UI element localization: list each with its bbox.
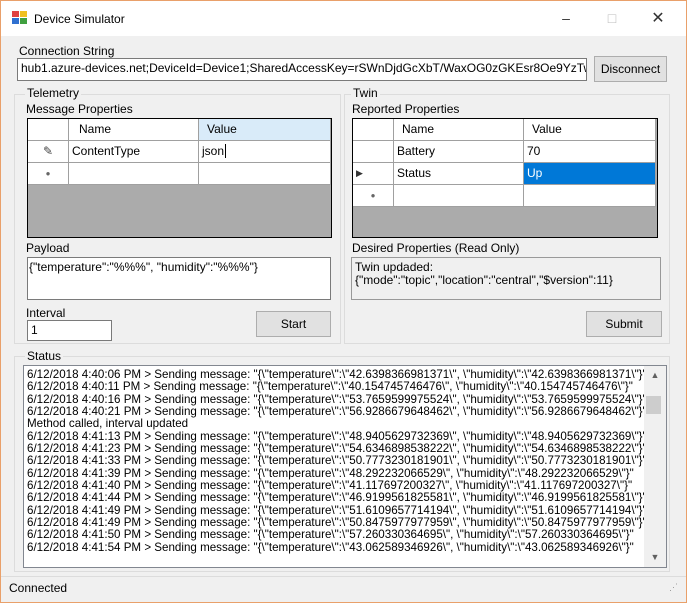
- connection-string-label: Connection String: [19, 44, 115, 58]
- log-line: 6/12/2018 4:41:33 PM > Sending message: …: [27, 454, 644, 468]
- window-title: Device Simulator: [34, 12, 125, 26]
- row-header-corner: [353, 119, 394, 141]
- status-log[interactable]: 6/12/2018 4:40:06 PM > Sending message: …: [23, 365, 667, 568]
- row-header-corner: [28, 119, 69, 141]
- telemetry-group-label: Telemetry: [25, 86, 82, 100]
- message-properties-grid[interactable]: Name Value ✎ ContentType json ●: [27, 118, 332, 238]
- log-line: 6/12/2018 4:41:50 PM > Sending message: …: [27, 528, 634, 542]
- log-line: Method called, interval updated: [27, 417, 189, 431]
- scroll-down-icon[interactable]: ▼: [644, 552, 666, 562]
- log-line: 6/12/2018 4:41:54 PM > Sending message: …: [27, 540, 634, 554]
- log-line: 6/12/2018 4:41:44 PM > Sending message: …: [27, 491, 644, 505]
- column-header-value[interactable]: Value: [199, 119, 331, 141]
- new-row-value-cell[interactable]: [199, 163, 331, 185]
- connection-status: Connected: [9, 581, 68, 595]
- close-icon[interactable]: ✕: [635, 1, 681, 36]
- desired-properties-label: Desired Properties (Read Only): [352, 241, 520, 255]
- cell-name[interactable]: ContentType: [69, 141, 199, 163]
- pencil-icon: ✎: [28, 141, 69, 163]
- current-row-arrow-icon: ▶: [353, 163, 394, 185]
- cell-name[interactable]: Status: [394, 163, 524, 185]
- cell-value[interactable]: 70: [524, 141, 656, 163]
- interval-label: Interval: [26, 306, 66, 320]
- device-simulator-window: Device Simulator – □ ✕ Connection String…: [0, 0, 687, 603]
- payload-textarea[interactable]: {"temperature":"%%%", "humidity":"%%%"}: [27, 257, 331, 300]
- interval-input[interactable]: 1: [27, 320, 112, 341]
- title-bar: Device Simulator – □ ✕: [1, 1, 686, 36]
- twin-group-label: Twin: [351, 86, 380, 100]
- minimize-icon[interactable]: –: [543, 1, 589, 36]
- reported-properties-label: Reported Properties: [352, 102, 460, 116]
- new-row-value-cell[interactable]: [524, 185, 656, 207]
- cell-name[interactable]: Battery: [394, 141, 524, 163]
- reported-properties-grid[interactable]: Name Value Battery 70 ▶ Status Up ●: [352, 118, 658, 238]
- maximize-icon[interactable]: □: [589, 1, 635, 36]
- message-properties-label: Message Properties: [26, 102, 133, 116]
- cell-value-selected[interactable]: Up: [524, 163, 656, 185]
- cell-value-editing[interactable]: json: [199, 141, 331, 163]
- disconnect-button[interactable]: Disconnect: [594, 56, 667, 82]
- connection-string-input[interactable]: hub1.azure-devices.net;DeviceId=Device1;…: [17, 58, 587, 81]
- log-lines: 6/12/2018 4:40:06 PM > Sending message: …: [24, 369, 644, 554]
- app-icon: [12, 11, 27, 24]
- new-row-name-cell[interactable]: [69, 163, 199, 185]
- text-cursor: [225, 144, 227, 158]
- start-button[interactable]: Start: [256, 311, 331, 337]
- status-group-label: Status: [25, 349, 64, 363]
- submit-button[interactable]: Submit: [586, 311, 662, 337]
- desired-properties-box: Twin updaded: {"mode":"topic","location"…: [351, 257, 661, 300]
- status-bar: Connected ⋰: [1, 576, 686, 602]
- column-header-name[interactable]: Name: [394, 119, 524, 141]
- column-header-name[interactable]: Name: [69, 119, 199, 141]
- log-scrollbar[interactable]: ▲ ▼: [644, 366, 666, 567]
- row-header[interactable]: [353, 141, 394, 163]
- resize-grip-icon[interactable]: ⋰: [669, 582, 678, 593]
- cell-value[interactable]: json: [202, 144, 224, 158]
- payload-label: Payload: [26, 241, 70, 255]
- new-row-icon: ●: [353, 185, 394, 207]
- scrollbar-thumb[interactable]: [646, 396, 661, 414]
- new-row-name-cell[interactable]: [394, 185, 524, 207]
- desired-line: {"mode":"topic","location":"central","$v…: [355, 273, 613, 287]
- column-header-value[interactable]: Value: [524, 119, 656, 141]
- log-line: 6/12/2018 4:40:11 PM > Sending message: …: [27, 380, 633, 394]
- scroll-up-icon[interactable]: ▲: [644, 370, 666, 380]
- new-row-icon: ●: [28, 163, 69, 185]
